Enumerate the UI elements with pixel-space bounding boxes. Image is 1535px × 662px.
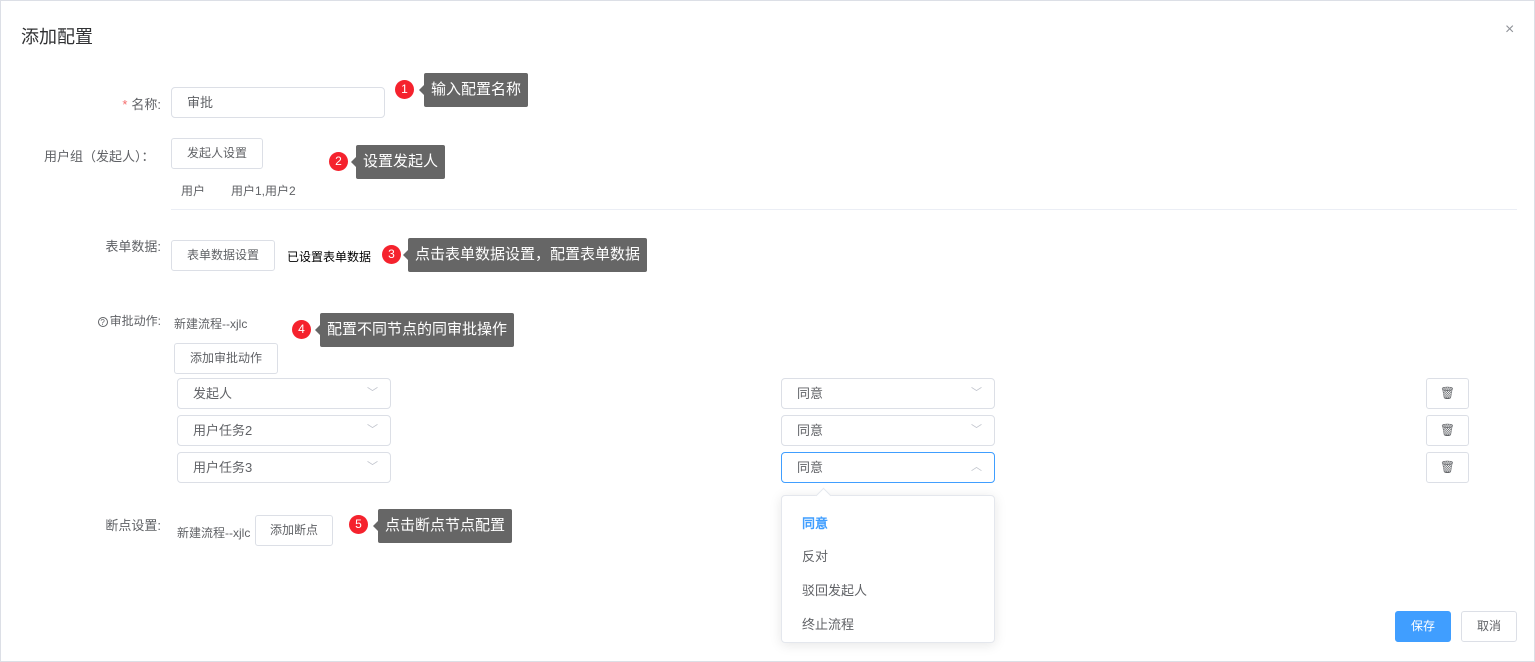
dropdown-option[interactable]: 同意	[802, 513, 828, 532]
action-dropdown-menu: 同意 反对 驳回发起人 终止流程	[781, 495, 995, 643]
user-list: 用户1,用户2	[231, 184, 296, 198]
action-select-open[interactable]: 同意 ︿	[781, 452, 995, 483]
dropdown-option[interactable]: 驳回发起人	[802, 580, 867, 599]
name-label: * 名称:	[1, 94, 161, 113]
node-select-value: 发起人	[193, 386, 233, 401]
approval-flow-name: 新建流程--xjlc	[174, 317, 248, 331]
callout-badge-2: 2	[329, 152, 348, 171]
action-select-value: 同意	[797, 423, 824, 438]
trash-icon: 🗑	[1439, 460, 1456, 474]
form-data-settings-button[interactable]: 表单数据设置	[171, 240, 275, 271]
close-icon[interactable]: ×	[1505, 21, 1514, 39]
node-select-value: 用户任务2	[193, 423, 253, 438]
form-data-label: 表单数据:	[105, 239, 161, 254]
callout-badge-3: 3	[382, 245, 401, 264]
dropdown-option[interactable]: 反对	[802, 546, 828, 565]
chevron-down-icon: ﹀	[367, 461, 378, 473]
chevron-down-icon: ﹀	[971, 387, 982, 399]
callout-tip-4: 配置不同节点的同审批操作	[314, 313, 515, 347]
chevron-down-icon: ﹀	[367, 387, 378, 399]
dropdown-option[interactable]: 终止流程	[802, 614, 854, 633]
callout-badge-4: 4	[292, 320, 311, 339]
delete-row-button[interactable]: 🗑	[1426, 378, 1469, 409]
callout-tip-2: 设置发起人	[350, 145, 446, 179]
delete-row-button[interactable]: 🗑	[1426, 452, 1469, 483]
dialog-title: 添加配置	[21, 27, 93, 47]
divider	[171, 209, 1517, 210]
node-select-value: 用户任务3	[193, 460, 253, 475]
action-select[interactable]: 同意 ﹀	[781, 378, 995, 409]
cancel-button[interactable]: 取消	[1461, 611, 1517, 642]
form-data-status: 已设置表单数据	[287, 250, 372, 264]
delete-row-button[interactable]: 🗑	[1426, 415, 1469, 446]
chevron-down-icon: ﹀	[971, 424, 982, 436]
required-mark: *	[122, 97, 128, 112]
callout-tip-1: 输入配置名称	[418, 73, 529, 107]
help-icon[interactable]: ?	[97, 317, 108, 327]
approval-label-text: 审批动作:	[109, 314, 161, 328]
node-select[interactable]: 用户任务3 ﹀	[177, 452, 391, 483]
callout-tip-5: 点击断点节点配置	[372, 509, 513, 543]
callout-badge-1: 1	[395, 80, 414, 99]
breakpoint-label: 断点设置:	[105, 518, 161, 533]
trash-icon: 🗑	[1439, 386, 1456, 400]
chevron-down-icon: ﹀	[367, 424, 378, 436]
add-approval-action-button[interactable]: 添加审批动作	[174, 343, 278, 374]
save-button[interactable]: 保存	[1395, 611, 1451, 642]
action-select-value: 同意	[797, 386, 824, 401]
chevron-up-icon: ︿	[971, 461, 982, 473]
name-label-text: 名称:	[131, 97, 161, 112]
add-breakpoint-button[interactable]: 添加断点	[255, 515, 333, 546]
callout-tip-3: 点击表单数据设置，配置表单数据	[402, 238, 648, 272]
approval-label: ? 审批动作:	[1, 312, 161, 329]
user-group-label: 用户组（发起人）：	[44, 149, 155, 164]
node-select[interactable]: 发起人 ﹀	[177, 378, 391, 409]
trash-icon: 🗑	[1439, 423, 1456, 437]
initiator-settings-button[interactable]: 发起人设置	[171, 138, 263, 169]
action-select[interactable]: 同意 ﹀	[781, 415, 995, 446]
callout-badge-5: 5	[349, 515, 368, 534]
name-input[interactable]: 审批	[171, 87, 385, 118]
node-select[interactable]: 用户任务2 ﹀	[177, 415, 391, 446]
action-select-value: 同意	[797, 460, 824, 475]
user-type: 用户	[181, 184, 206, 198]
breakpoint-flow-name: 新建流程--xjlc	[177, 526, 251, 540]
